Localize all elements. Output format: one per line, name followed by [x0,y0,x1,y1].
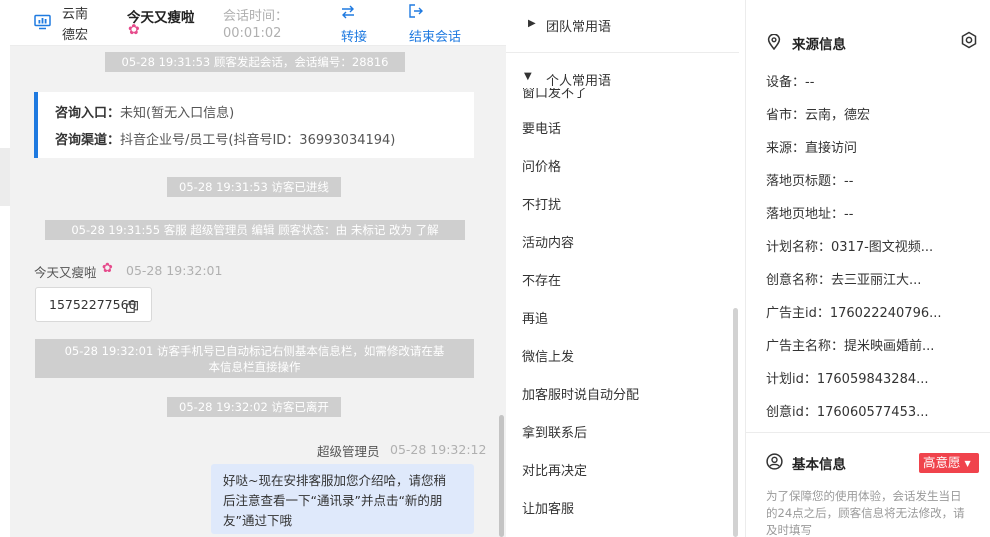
chat-header: 云南德宏 今天又瘦啦 ✿ 会话时间： 00:01:02 转接 结束会话 [10,0,506,46]
agent-message-line2: 后注意查看一下“通讯录”并点击“新的朋 [223,493,443,508]
source-row: 广告主名称：提米映画婚前... [766,339,935,354]
phrase-item[interactable]: 再追 [522,308,548,327]
personal-phrases-title[interactable]: 个人常用语 [546,70,611,89]
phrase-item[interactable]: 对比再决定 [522,460,587,479]
note-line2: 的24点之后，顾客信息将无法修改，请 [766,506,965,520]
agent-message-bubble: 好哒~现在安排客服加您介绍哈，请您稍 后注意查看一下“通讯录”并点击“新的朋 友… [211,464,474,534]
settings-gear-icon[interactable] [960,31,978,53]
basic-info-note: 为了保障您的使用体验，会话发生当日 的24点之后，顾客信息将无法修改，请 及时填… [766,488,965,537]
entry-row: 咨询入口：未知(暂无入口信息) [55,102,234,121]
system-message-left: 05-28 19:32:02 访客已离开 [167,397,341,417]
chat-panel: 云南德宏 今天又瘦啦 ✿ 会话时间： 00:01:02 转接 结束会话 05-2… [10,0,506,537]
visitor-phone-bubble: 15752277560 [35,287,152,322]
source-row: 来源：直接访问 [766,141,858,156]
transfer-button[interactable]: 转接 [341,26,367,45]
entry-label: 咨询入口： [55,106,121,121]
personal-header: ▼ 个人常用语 [506,60,739,89]
end-session-button[interactable]: 结束会话 [409,26,461,45]
transfer-icon[interactable] [340,4,356,23]
source-row: 落地页标题：-- [766,174,854,189]
channel-label: 咨询渠道： [55,133,121,148]
agent-msg-time: 05-28 19:32:12 [390,442,487,457]
agent-msg-name: 超级管理员 [317,444,380,459]
user-icon [766,453,783,474]
system-message-phone-line2: 本信息栏直接操作 [208,360,301,374]
system-message-phone-line1: 05-28 19:32:01 访客手机号已自动标记右侧基本信息栏，如需修改请在基 [64,344,445,358]
source-row: 计划id：176059843284... [766,372,929,387]
divider [746,432,990,433]
intent-badge-label: 高意愿 [923,455,961,470]
session-time-label: 会话时间： [223,9,289,24]
caret-down-icon: ▼ [524,71,532,82]
phrase-item[interactable]: 要电话 [522,118,561,137]
divider [506,52,739,53]
visitor-msg-time: 05-28 19:32:01 [126,263,223,278]
agent-message-line3: 友”通过下哦 [223,513,292,528]
phrase-item[interactable]: 微信上发 [522,346,574,365]
clipped-phrase-wrap: 窗口发不了 [506,87,739,100]
phrase-item[interactable]: 加客服时说自动分配 [522,384,639,403]
chat-scrollbar[interactable] [499,415,504,537]
intent-badge[interactable]: 高意愿 ▼ [919,453,979,473]
entry-value: 未知(暂无入口信息) [120,106,235,121]
phrase-item[interactable]: 活动内容 [522,232,574,251]
left-edge-tab [0,148,10,206]
phrase-item[interactable]: 问价格 [522,156,561,175]
caret-right-icon: ▶ [528,18,536,29]
system-message-entered: 05-28 19:31:53 访客已进线 [167,177,341,197]
phrase-item[interactable]: 不打扰 [522,194,561,213]
phrase-item[interactable]: 让加客服 [522,498,574,517]
caret-down-icon: ▼ [964,459,971,468]
flower-emoji-2: ✿ [102,261,113,276]
note-line1: 为了保障您的使用体验，会话发生当日 [766,489,962,503]
source-row: 设备：-- [766,75,815,90]
session-time-value: 00:01:02 [223,26,282,41]
visitor-location: 云南德宏 [62,7,89,43]
system-message-edit: 05-28 19:31:55 客服 超级管理员 编辑 顾客状态：由 未标记 改为… [45,220,465,240]
visitor-msg-name: 今天又瘦啦 [34,265,97,280]
left-edge [0,0,10,537]
location-pin-icon [767,33,781,54]
source-info-title: 来源信息 [792,37,846,53]
note-line3: 及时填写 [766,523,812,537]
agent-message-line1: 好哒~现在安排客服加您介绍哈，请您稍 [223,473,446,488]
basic-info-title: 基本信息 [792,457,846,473]
info-panel: 来源信息 设备：-- 省市：云南，德宏 来源：直接访问 落地页标题：-- 落地页… [746,0,990,537]
copy-icon[interactable] [126,298,138,317]
source-row: 落地页地址：-- [766,207,854,222]
system-message-phone: 05-28 19:32:01 访客手机号已自动标记右侧基本信息栏，如需修改请在基… [35,339,474,378]
channel-row: 咨询渠道：抖音企业号/员工号(抖音号ID：36993034194) [55,129,395,148]
source-row: 创意名称：去三亚丽江大... [766,273,922,288]
source-row: 广告主id：176022240796... [766,306,942,321]
system-message-start: 05-28 19:31:53 顾客发起会话，会话编号：28816 [105,52,405,72]
source-row: 省市：云南，德宏 [766,108,871,123]
phrase-item[interactable]: 不存在 [522,270,561,289]
phrases-scrollbar[interactable] [733,308,738,537]
phrase-item[interactable]: 拿到联系后 [522,422,587,441]
source-row: 计划名称：0317-图文视频... [766,240,934,255]
source-row: 创意id：176060577453... [766,405,929,420]
exit-icon[interactable] [408,3,424,23]
channel-value: 抖音企业号/员工号(抖音号ID：36993034194) [120,133,396,148]
visitor-phone: 15752277560 [49,297,137,312]
entry-card: 咨询入口：未知(暂无入口信息) 咨询渠道：抖音企业号/员工号(抖音号ID：369… [34,92,474,158]
team-phrases-title[interactable]: 团队常用语 [546,16,611,35]
monitor-icon [34,14,51,34]
phrases-panel: ▶ 团队常用语 窗口发不了 ▼ 个人常用语 要电话 问价格 不打扰 活动内容 不… [506,0,746,537]
flower-emoji: ✿ [128,22,140,38]
